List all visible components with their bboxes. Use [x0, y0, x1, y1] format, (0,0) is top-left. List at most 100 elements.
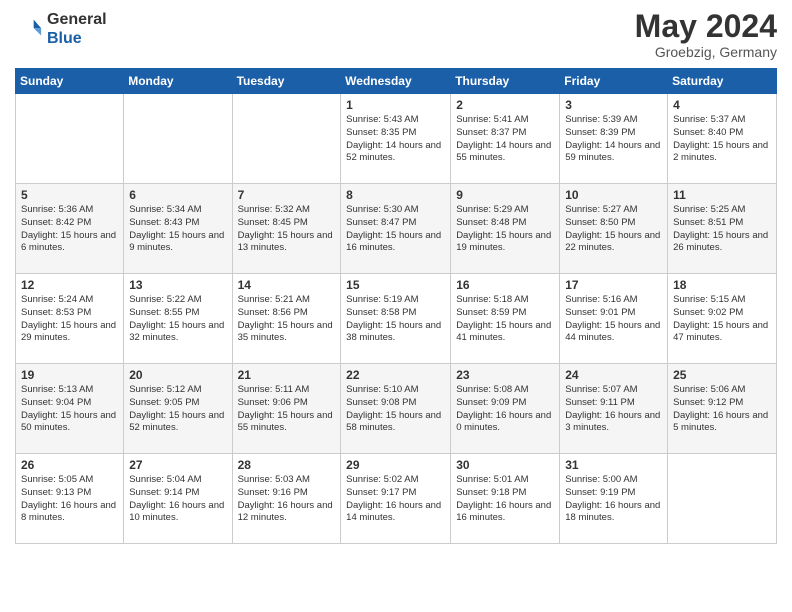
weekday-header-monday: Monday — [124, 69, 232, 94]
day-cell: 19Sunrise: 5:13 AMSunset: 9:04 PMDayligh… — [16, 364, 124, 454]
day-number: 24 — [565, 368, 662, 382]
day-info: Sunrise: 5:43 AMSunset: 8:35 PMDaylight:… — [346, 114, 445, 165]
weekday-header-sunday: Sunday — [16, 69, 124, 94]
day-info: Sunrise: 5:37 AMSunset: 8:40 PMDaylight:… — [673, 114, 771, 165]
logo-blue: Blue — [47, 29, 107, 48]
day-info: Sunrise: 5:21 AMSunset: 8:56 PMDaylight:… — [238, 294, 336, 345]
day-cell: 17 Sunrise: 5:16 AMSunset: 9:01 PMDayligh… — [560, 274, 668, 364]
week-row-1: 1 Sunrise: 5:43 AMSunset: 8:35 PMDaylight… — [16, 94, 777, 184]
day-number: 28 — [238, 458, 336, 472]
day-info: Sunrise: 5:08 AMSunset: 9:09 PMDaylight:… — [456, 384, 554, 435]
day-number: 30 — [456, 458, 554, 472]
day-cell: 11 Sunrise: 5:25 AMSunset: 8:51 PMDayligh… — [668, 184, 777, 274]
day-number: 20 — [129, 368, 226, 382]
day-info: Sunrise: 5:05 AMSunset: 9:13 PMDaylight:… — [21, 474, 118, 525]
day-number: 25 — [673, 368, 771, 382]
day-number: 23 — [456, 368, 554, 382]
day-cell: 14Sunrise: 5:21 AMSunset: 8:56 PMDayligh… — [232, 274, 341, 364]
day-number: 2 — [456, 98, 554, 112]
day-number: 12 — [21, 278, 118, 292]
day-cell: 9 Sunrise: 5:29 AMSunset: 8:48 PMDaylight… — [451, 184, 560, 274]
day-info: Sunrise: 5:15 AMSunset: 9:02 PMDaylight:… — [673, 294, 771, 345]
day-cell: 15 Sunrise: 5:19 AMSunset: 8:58 PMDayligh… — [341, 274, 451, 364]
weekday-header-thursday: Thursday — [451, 69, 560, 94]
day-info: Sunrise: 5:24 AMSunset: 8:53 PMDaylight:… — [21, 294, 118, 345]
weekday-header-friday: Friday — [560, 69, 668, 94]
day-cell: 6 Sunrise: 5:34 AMSunset: 8:43 PMDaylight… — [124, 184, 232, 274]
page-header: General Blue May 2024 Groebzig, Germany — [15, 10, 777, 60]
day-cell: 10 Sunrise: 5:27 AMSunset: 8:50 PMDayligh… — [560, 184, 668, 274]
day-cell: 22 Sunrise: 5:10 AMSunset: 9:08 PMDayligh… — [341, 364, 451, 454]
day-info: Sunrise: 5:12 AMSunset: 9:05 PMDaylight:… — [129, 384, 226, 435]
day-cell: 29 Sunrise: 5:02 AMSunset: 9:17 PMDayligh… — [341, 454, 451, 544]
day-number: 16 — [456, 278, 554, 292]
day-cell: 13 Sunrise: 5:22 AMSunset: 8:55 PMDayligh… — [124, 274, 232, 364]
day-number: 17 — [565, 278, 662, 292]
day-info: Sunrise: 5:01 AMSunset: 9:18 PMDaylight:… — [456, 474, 554, 525]
day-info: Sunrise: 5:29 AMSunset: 8:48 PMDaylight:… — [456, 204, 554, 255]
day-info: Sunrise: 5:10 AMSunset: 9:08 PMDaylight:… — [346, 384, 445, 435]
day-info: Sunrise: 5:27 AMSunset: 8:50 PMDaylight:… — [565, 204, 662, 255]
day-number: 7 — [238, 188, 336, 202]
day-cell: 28 Sunrise: 5:03 AMSunset: 9:16 PMDayligh… — [232, 454, 341, 544]
location: Groebzig, Germany — [635, 44, 777, 60]
day-number: 3 — [565, 98, 662, 112]
day-info: Sunrise: 5:41 AMSunset: 8:37 PMDaylight:… — [456, 114, 554, 165]
day-number: 11 — [673, 188, 771, 202]
week-row-2: 5Sunrise: 5:36 AMSunset: 8:42 PMDaylight… — [16, 184, 777, 274]
day-number: 27 — [129, 458, 226, 472]
weekday-header-saturday: Saturday — [668, 69, 777, 94]
day-info: Sunrise: 5:22 AMSunset: 8:55 PMDaylight:… — [129, 294, 226, 345]
day-number: 21 — [238, 368, 336, 382]
title-area: May 2024 Groebzig, Germany — [635, 10, 777, 60]
day-info: Sunrise: 5:04 AMSunset: 9:14 PMDaylight:… — [129, 474, 226, 525]
day-info: Sunrise: 5:11 AMSunset: 9:06 PMDaylight:… — [238, 384, 336, 435]
day-number: 19 — [21, 368, 118, 382]
day-number: 9 — [456, 188, 554, 202]
month-title: May 2024 — [635, 10, 777, 42]
calendar: SundayMondayTuesdayWednesdayThursdayFrid… — [15, 68, 777, 544]
day-info: Sunrise: 5:16 AMSunset: 9:01 PMDaylight:… — [565, 294, 662, 345]
weekday-header-row: SundayMondayTuesdayWednesdayThursdayFrid… — [16, 69, 777, 94]
day-cell — [232, 94, 341, 184]
week-row-3: 12 Sunrise: 5:24 AMSunset: 8:53 PMDayligh… — [16, 274, 777, 364]
day-info: Sunrise: 5:19 AMSunset: 8:58 PMDaylight:… — [346, 294, 445, 345]
day-info: Sunrise: 5:34 AMSunset: 8:43 PMDaylight:… — [129, 204, 226, 255]
day-cell: 18 Sunrise: 5:15 AMSunset: 9:02 PMDayligh… — [668, 274, 777, 364]
day-info: Sunrise: 5:32 AMSunset: 8:45 PMDaylight:… — [238, 204, 336, 255]
day-cell: 21 Sunrise: 5:11 AMSunset: 9:06 PMDayligh… — [232, 364, 341, 454]
day-cell: 4 Sunrise: 5:37 AMSunset: 8:40 PMDaylight… — [668, 94, 777, 184]
day-number: 13 — [129, 278, 226, 292]
day-info: Sunrise: 5:02 AMSunset: 9:17 PMDaylight:… — [346, 474, 445, 525]
day-cell: 3Sunrise: 5:39 AMSunset: 8:39 PMDaylight… — [560, 94, 668, 184]
day-number: 6 — [129, 188, 226, 202]
day-info: Sunrise: 5:00 AMSunset: 9:19 PMDaylight:… — [565, 474, 662, 525]
day-info: Sunrise: 5:07 AMSunset: 9:11 PMDaylight:… — [565, 384, 662, 435]
logo-text: General Blue — [47, 10, 107, 48]
day-info: Sunrise: 5:03 AMSunset: 9:16 PMDaylight:… — [238, 474, 336, 525]
day-number: 31 — [565, 458, 662, 472]
day-info: Sunrise: 5:06 AMSunset: 9:12 PMDaylight:… — [673, 384, 771, 435]
day-number: 4 — [673, 98, 771, 112]
day-info: Sunrise: 5:18 AMSunset: 8:59 PMDaylight:… — [456, 294, 554, 345]
day-number: 15 — [346, 278, 445, 292]
day-number: 29 — [346, 458, 445, 472]
day-number: 1 — [346, 98, 445, 112]
day-cell — [124, 94, 232, 184]
day-cell: 5Sunrise: 5:36 AMSunset: 8:42 PMDaylight… — [16, 184, 124, 274]
weekday-header-tuesday: Tuesday — [232, 69, 341, 94]
logo-general: General — [47, 10, 107, 29]
day-number: 26 — [21, 458, 118, 472]
day-cell: 24 Sunrise: 5:07 AMSunset: 9:11 PMDayligh… — [560, 364, 668, 454]
day-cell — [16, 94, 124, 184]
day-cell: 30 Sunrise: 5:01 AMSunset: 9:18 PMDayligh… — [451, 454, 560, 544]
day-info: Sunrise: 5:25 AMSunset: 8:51 PMDaylight:… — [673, 204, 771, 255]
day-cell: 27 Sunrise: 5:04 AMSunset: 9:14 PMDayligh… — [124, 454, 232, 544]
day-cell — [668, 454, 777, 544]
weekday-header-wednesday: Wednesday — [341, 69, 451, 94]
day-info: Sunrise: 5:36 AMSunset: 8:42 PMDaylight:… — [21, 204, 118, 255]
day-number: 18 — [673, 278, 771, 292]
week-row-5: 26 Sunrise: 5:05 AMSunset: 9:13 PMDayligh… — [16, 454, 777, 544]
day-number: 22 — [346, 368, 445, 382]
day-number: 10 — [565, 188, 662, 202]
